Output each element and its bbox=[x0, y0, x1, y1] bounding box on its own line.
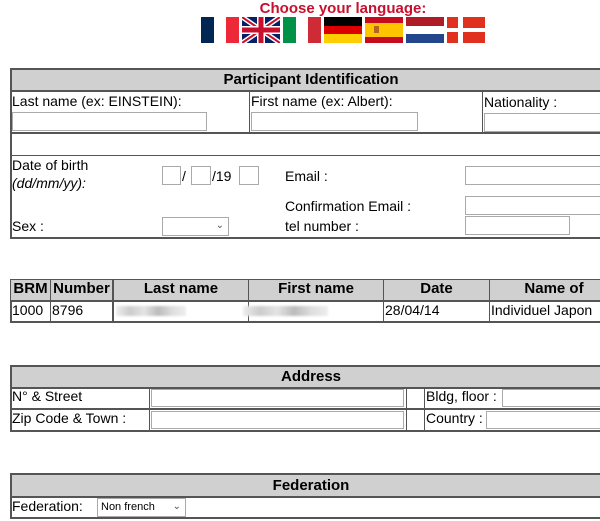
tel-label: tel number : bbox=[285, 218, 359, 234]
email-input[interactable] bbox=[465, 166, 600, 185]
street-label: N° & Street bbox=[10, 387, 150, 409]
country-input[interactable] bbox=[486, 411, 600, 429]
first-name-input[interactable] bbox=[251, 112, 418, 131]
flag-denmark[interactable] bbox=[447, 17, 485, 43]
nationality-label: Nationality : bbox=[484, 94, 558, 110]
first-name-label: First name (ex: Albert): bbox=[251, 93, 393, 109]
federation-select[interactable]: Non french ⌄ bbox=[97, 498, 186, 517]
spacer-cell bbox=[406, 409, 425, 431]
federation-label: Federation: bbox=[12, 498, 83, 514]
sex-select[interactable]: ⌄ bbox=[162, 217, 229, 236]
federation-header: Federation bbox=[12, 475, 600, 498]
last-name-label: Last name (ex: EINSTEIN): bbox=[12, 93, 182, 109]
zip-town-input[interactable] bbox=[151, 411, 404, 429]
flag-germany[interactable] bbox=[324, 17, 362, 43]
address-header: Address bbox=[12, 367, 600, 389]
flag-netherlands[interactable] bbox=[406, 17, 444, 43]
participant-header: Participant Identification bbox=[12, 70, 600, 92]
sex-label: Sex : bbox=[12, 218, 44, 234]
dob-label: Date of birth bbox=[12, 157, 89, 173]
cell-date: 28/04/14 bbox=[383, 301, 490, 322]
col-first-name: First name bbox=[248, 279, 384, 301]
col-date: Date bbox=[383, 279, 490, 301]
redacted-blur bbox=[116, 306, 186, 316]
cell-brm: 1000 bbox=[10, 301, 51, 322]
choose-language-title: Choose your language: bbox=[259, 0, 427, 17]
dob-month-input[interactable] bbox=[191, 166, 211, 185]
flag-uk[interactable] bbox=[242, 17, 280, 43]
redacted-blur bbox=[243, 306, 328, 316]
confirm-email-input[interactable] bbox=[465, 196, 600, 215]
zip-label: Zip Code & Town : bbox=[10, 409, 150, 431]
cell-number: 8796 bbox=[50, 301, 113, 322]
dob-format: (dd/mm/yy): bbox=[12, 175, 86, 191]
street-input[interactable] bbox=[151, 389, 404, 407]
dob-year-input[interactable] bbox=[239, 166, 259, 185]
confirm-email-label: Confirmation Email : bbox=[285, 198, 412, 214]
federation-value: Non french bbox=[101, 501, 155, 513]
last-name-input[interactable] bbox=[12, 112, 207, 131]
chevron-down-icon: ⌄ bbox=[172, 501, 181, 512]
dob-century: /19 bbox=[212, 168, 232, 184]
flag-france[interactable] bbox=[201, 17, 239, 43]
tel-input[interactable] bbox=[465, 216, 570, 235]
flag-italy[interactable] bbox=[283, 17, 321, 43]
col-brm: BRM bbox=[10, 279, 51, 301]
spacer-cell bbox=[406, 387, 425, 409]
blank-row bbox=[10, 133, 600, 156]
cell-name-of: Individuel Japon bbox=[489, 301, 600, 322]
col-name-of: Name of bbox=[489, 279, 600, 301]
bldg-input[interactable] bbox=[502, 389, 600, 407]
nationality-input[interactable] bbox=[484, 113, 600, 132]
dob-day-input[interactable] bbox=[162, 166, 181, 185]
flag-spain[interactable] bbox=[365, 17, 403, 43]
col-number: Number bbox=[50, 279, 113, 301]
dob-separator: / bbox=[182, 168, 186, 184]
col-last-name: Last name bbox=[113, 279, 249, 301]
chevron-down-icon: ⌄ bbox=[215, 220, 224, 231]
email-label: Email : bbox=[285, 168, 328, 184]
